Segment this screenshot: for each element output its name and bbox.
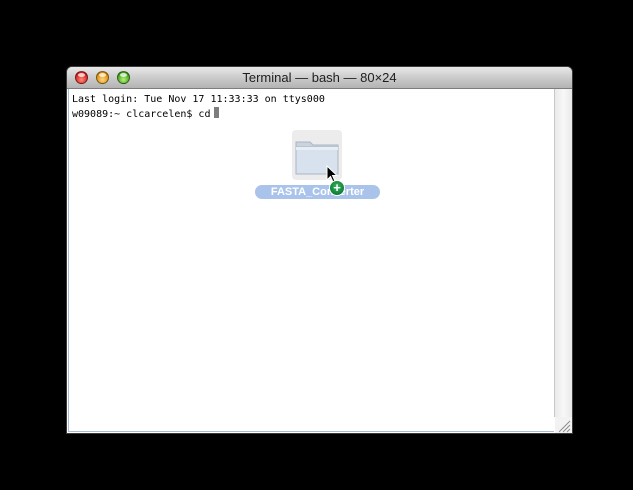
- window-title: Terminal — bash — 80×24: [242, 70, 397, 85]
- dragged-item-label: FASTA_Converter: [255, 185, 380, 199]
- terminal-line-login: Last login: Tue Nov 17 11:33:33 on ttys0…: [72, 94, 325, 105]
- title-bar[interactable]: Terminal — bash — 80×24: [67, 67, 572, 89]
- terminal-window: Terminal — bash — 80×24 Last login: Tue …: [67, 67, 572, 433]
- terminal-line-prompt: w09089:~ clcarcelen$ cd: [72, 107, 220, 121]
- text-cursor: [214, 107, 220, 118]
- vertical-scrollbar[interactable]: [554, 89, 572, 417]
- prompt-text: w09089:~ clcarcelen$ cd: [72, 109, 211, 120]
- copy-plus-badge-icon: +: [329, 180, 345, 196]
- resize-grip-icon: [558, 420, 571, 433]
- resize-handle[interactable]: [555, 417, 572, 433]
